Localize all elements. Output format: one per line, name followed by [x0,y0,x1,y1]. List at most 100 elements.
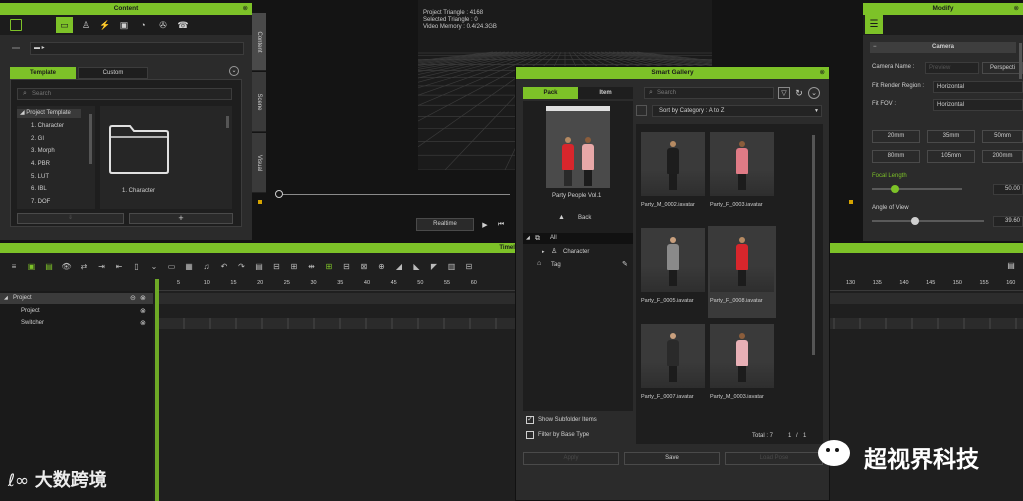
timeline-grid-icon[interactable]: ▦ [183,260,195,272]
timeline-ramp-down-icon[interactable]: ◣ [411,260,423,272]
chevron-down-icon[interactable]: ▼ [812,106,821,115]
timeline-view-icon[interactable]: 👁 [61,260,73,272]
lens-200mm-button[interactable]: 200mm [982,150,1023,163]
folder-scrollbar[interactable] [226,116,229,128]
filter-base-checkbox[interactable] [526,431,534,439]
timeline-audio-icon[interactable]: ♫ [201,260,213,272]
timeline-marker-icon[interactable]: ▭ [166,260,178,272]
grid-scrollbar[interactable] [812,135,815,355]
show-subfolder-checkbox[interactable]: ✓ [526,416,534,424]
gallery-item[interactable]: Party_M_0003.iavatar [708,322,776,414]
timeline-add-icon[interactable]: ⊕ [376,260,388,272]
timeline-ramp-icon[interactable]: ◤ [428,260,440,272]
playhead[interactable] [155,279,159,501]
track-row[interactable]: Project ⊗ [0,306,153,317]
gallery-search-input[interactable]: Search [644,87,774,99]
track-close-icon[interactable]: ⊗ [140,294,146,302]
timeline-add-track-icon[interactable]: ▣ [26,260,38,272]
timeline-ramp-up-icon[interactable]: ◢ [393,260,405,272]
track-close-icon[interactable]: ⊗ [140,319,146,327]
users-icon[interactable]: ☎ [176,18,190,32]
lens-20mm-button[interactable]: 20mm [872,130,920,143]
person-icon[interactable]: ♙ [79,18,93,32]
timeline-film-icon[interactable]: ▤ [253,260,265,272]
timeline-collapse-icon[interactable]: ⊟ [271,260,283,272]
search-input[interactable]: Search [17,88,232,100]
lens-50mm-button[interactable]: 50mm [982,130,1023,143]
timeline-settings-icon[interactable]: ▤ [1005,259,1017,271]
gallery-item[interactable]: Party_F_0005.iavatar [639,226,707,318]
image-icon[interactable]: ▣ [117,18,131,32]
expand-icon[interactable]: ▸ [542,249,545,255]
gallery-item[interactable]: Party_F_0007.iavatar [639,322,707,414]
timeline-undo-icon[interactable]: ↶ [218,260,230,272]
camera-section-header[interactable]: − Camera [870,42,1016,53]
tree-item[interactable]: 4. PBR [31,161,50,167]
perspective-button[interactable]: Perspecti [982,62,1023,74]
fit-render-select[interactable]: Horizontal [933,81,1023,93]
track-row[interactable]: Switcher ⊗ [0,318,153,329]
edit-pencil-icon[interactable]: ✎ [622,260,628,268]
folder-thumbnail[interactable]: 1. Character [100,106,232,209]
tab-content[interactable]: Content [252,13,266,71]
close-icon[interactable]: ⊗ [820,67,825,79]
props-icon[interactable]: ◔ [136,18,150,32]
tree-scrollbar[interactable] [89,114,92,164]
track-close-icon[interactable]: ⊗ [140,307,146,315]
tree-item[interactable]: 5. LUT [31,174,49,180]
camera-name-field[interactable]: Preview [925,62,979,74]
tree-item[interactable]: 7. DOF [31,199,50,205]
track-options-icon[interactable]: ⊝ [130,294,136,302]
close-icon[interactable]: ⊗ [1014,3,1019,15]
film-icon[interactable]: ✇ [156,18,170,32]
angle-of-view-slider[interactable] [872,217,984,225]
folder-icon[interactable]: ▭ [56,17,73,33]
timeline-out-icon[interactable]: ⇤ [113,260,125,272]
timeline-track-list-icon[interactable]: ▤ [43,260,55,272]
realtime-button[interactable]: Realtime [416,218,474,231]
chevron-down-icon[interactable]: ⌄ [808,87,820,99]
timeline-zoom-out-icon[interactable]: ⊟ [341,260,353,272]
tree-all[interactable]: ◢ ⧉ All [523,233,633,244]
tab-item[interactable]: Item [578,87,633,99]
save-button[interactable]: Save [624,452,720,465]
track-row[interactable]: ◢ Project ⊝ ⊗ [0,293,153,304]
chevron-down-icon[interactable]: ⌄ [229,66,239,76]
page-current[interactable]: 1 [788,433,791,439]
angle-of-view-value[interactable]: 39.60 [993,216,1023,227]
timeline-swap-icon[interactable]: ⇄ [78,260,90,272]
sliders-icon[interactable]: ☰ [865,15,883,34]
filter-icon[interactable]: ▽ [778,87,790,99]
tree-item[interactable]: 1. Character [31,123,64,129]
gallery-item[interactable]: Party_M_0002.iavatar [639,130,707,222]
add-button[interactable]: + [129,213,233,224]
timeline-more-icon[interactable]: ⌄ [148,260,160,272]
motion-icon[interactable]: ⚡ [98,18,112,32]
focal-length-handle[interactable] [890,185,899,193]
timeline-split-icon[interactable]: ⊟ [463,260,475,272]
sort-view-toggle[interactable] [636,105,647,116]
focal-length-value[interactable]: 50.00 [993,184,1023,195]
lens-35mm-button[interactable]: 35mm [927,130,975,143]
timeline-in-icon[interactable]: ⇥ [96,260,108,272]
modify-scrollbar[interactable] [1019,43,1022,79]
tree-root[interactable]: ◢ Project Template [17,109,81,118]
timeline-zoom-in-icon[interactable]: ⊞ [323,260,335,272]
pack-card[interactable] [546,106,610,188]
gallery-item[interactable]: Party_F_0003.iavatar [708,130,776,222]
back-icon[interactable] [12,47,20,49]
home-icon[interactable] [10,19,22,31]
lens-105mm-button[interactable]: 105mm [927,150,975,163]
tab-scene[interactable]: Scene [252,72,266,132]
tab-visual[interactable]: Visual [252,133,266,193]
back-bar[interactable]: ▲ Back [523,212,633,225]
timeline-fit-icon[interactable]: ⇹ [306,260,318,272]
tree-character[interactable]: Character [563,249,589,255]
tab-pack[interactable]: Pack [523,87,578,99]
fit-fov-select[interactable]: Horizontal [933,99,1023,111]
timeline-bars-icon[interactable]: ▥ [446,260,458,272]
timeline-redo-icon[interactable]: ↷ [236,260,248,272]
expand-icon[interactable]: ◢ [4,295,8,301]
focal-length-slider[interactable] [872,185,962,193]
timeline-clip-icon[interactable]: ▯ [131,260,143,272]
